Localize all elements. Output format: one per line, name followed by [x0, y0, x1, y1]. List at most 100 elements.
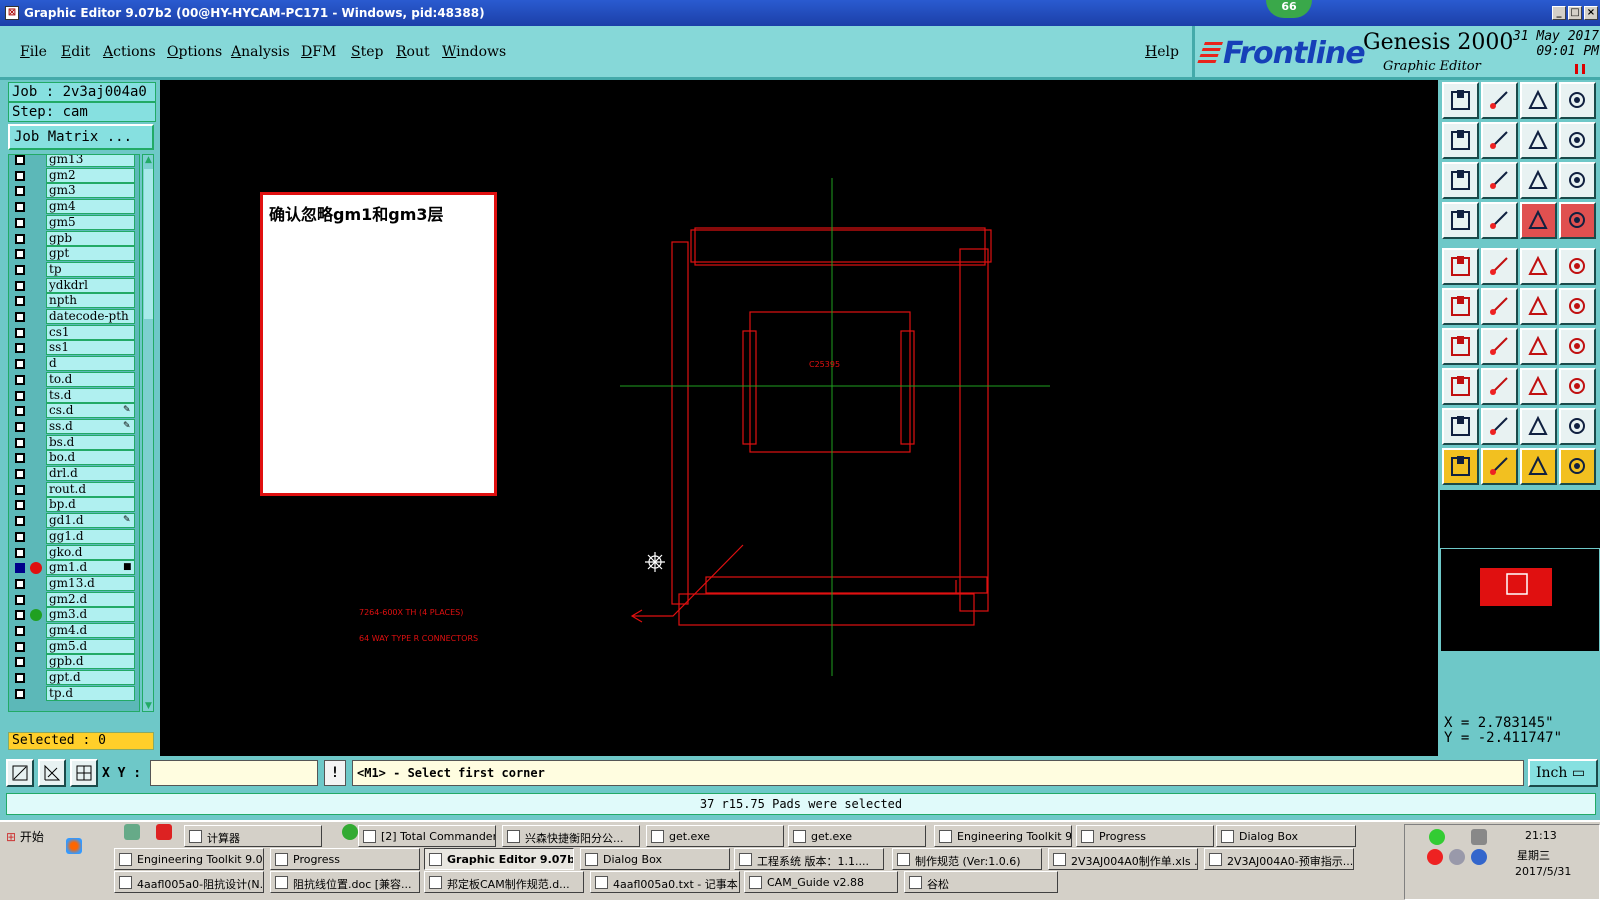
layer-name[interactable]: gg1.d — [46, 528, 135, 544]
layer-name[interactable]: gm3.d — [46, 607, 135, 623]
layer-name[interactable]: gm13.d — [46, 575, 135, 591]
taskbar-button[interactable]: 2V3AJ004A0制作单.xls ... — [1048, 848, 1198, 870]
tool-right-button[interactable] — [1481, 122, 1518, 159]
clock-time[interactable]: 21:13 — [1525, 829, 1557, 842]
layer-row[interactable]: cs1 — [9, 324, 139, 341]
tool-settings-button[interactable] — [1442, 202, 1479, 239]
layer-row[interactable]: bp.d — [9, 497, 139, 513]
layer-row[interactable]: gm4 — [9, 199, 139, 215]
layer-name[interactable]: cs1 — [46, 324, 135, 340]
taskbar-button[interactable]: get.exe — [788, 825, 926, 847]
layer-row[interactable]: gm3.d — [9, 607, 139, 623]
layer-name[interactable]: gm4.d — [46, 623, 135, 638]
tool-line-button[interactable] — [1520, 288, 1557, 325]
layer-checkbox[interactable] — [15, 547, 25, 558]
layer-checkbox[interactable] — [15, 437, 25, 448]
layer-name[interactable]: gm4 — [46, 199, 135, 215]
xy-input[interactable] — [150, 760, 318, 786]
tool-select2-button[interactable] — [1481, 448, 1518, 485]
tray-red-icon[interactable] — [1427, 849, 1443, 865]
menu-actions[interactable]: Actions — [103, 44, 156, 60]
menu-analysis[interactable]: Analysis — [231, 44, 290, 60]
layer-row[interactable]: gg1.d — [9, 528, 139, 545]
layer-row[interactable]: bo.d — [9, 450, 139, 466]
menu-file[interactable]: File — [20, 44, 47, 60]
layer-checkbox[interactable] — [15, 170, 25, 181]
taskbar-button[interactable]: 制作规范 (Ver:1.0.6) — [892, 848, 1042, 870]
layer-row[interactable]: gm13.d — [9, 575, 139, 592]
layer-name[interactable]: bo.d — [46, 450, 135, 466]
tool-slash-button[interactable] — [1481, 328, 1518, 365]
layer-checkbox[interactable] — [15, 390, 25, 401]
layer-checkbox[interactable] — [15, 374, 25, 385]
taskbar-button[interactable]: Progress — [1076, 825, 1214, 847]
menu-dfm[interactable]: DFM — [301, 44, 336, 60]
scroll-up-icon[interactable]: ▲ — [144, 155, 153, 165]
taskbar-button[interactable]: get.exe — [646, 825, 784, 847]
scroll-thumb[interactable] — [144, 169, 153, 319]
layer-row[interactable]: gm5.d — [9, 638, 139, 655]
layer-checkbox[interactable] — [15, 657, 25, 668]
tool-scale-button[interactable] — [1520, 162, 1557, 199]
tool-split-button[interactable] — [1520, 122, 1557, 159]
layer-name[interactable]: npth — [46, 293, 135, 309]
menu-options[interactable]: Options — [167, 44, 222, 60]
layer-color-dot[interactable] — [30, 562, 42, 575]
taskbar-button[interactable]: 计算器 — [184, 825, 322, 847]
tool-grid-button[interactable] — [1481, 202, 1518, 239]
layer-checkbox[interactable] — [15, 280, 25, 291]
layer-name[interactable]: datecode-pth — [46, 309, 135, 324]
layer-name[interactable]: tp.d — [46, 685, 135, 701]
tool-mirror-button[interactable] — [1559, 328, 1596, 365]
layer-row[interactable]: tp — [9, 261, 139, 278]
layer-checkbox[interactable] — [15, 217, 25, 228]
job-matrix-button[interactable]: Job Matrix ... — [8, 124, 154, 150]
taskbar-button[interactable]: Graphic Editor 9.07b2... — [424, 848, 574, 870]
tool-select3-button[interactable] — [1520, 448, 1557, 485]
tool-tri-button[interactable] — [1442, 408, 1479, 445]
layer-checkbox[interactable] — [15, 249, 25, 260]
layer-name[interactable]: gm2.d — [46, 591, 135, 607]
layer-checkbox[interactable] — [15, 626, 25, 636]
layer-name[interactable]: gko.d — [46, 544, 135, 560]
layer-row[interactable]: cs.d ✎ — [9, 403, 139, 419]
tool-ruler-button[interactable] — [1520, 248, 1557, 285]
tool-select-button[interactable] — [1442, 448, 1479, 485]
taskbar-button[interactable]: 4aafl005a0.txt - 记事本 — [590, 871, 740, 893]
layer-checkbox[interactable] — [15, 516, 25, 527]
layer-row[interactable]: gm5 — [9, 214, 139, 231]
layer-checkbox[interactable] — [15, 233, 25, 244]
layer-checkbox[interactable] — [15, 453, 25, 464]
tool-minus-button[interactable] — [1481, 368, 1518, 405]
layer-name[interactable]: drl.d — [46, 466, 135, 481]
layer-checkbox[interactable] — [15, 469, 25, 479]
layer-row[interactable]: gm13 — [9, 155, 139, 168]
layer-name[interactable]: gpt.d — [46, 670, 135, 686]
tool-layers-hl2-button[interactable] — [1559, 202, 1596, 239]
tool-open-button[interactable] — [1442, 82, 1479, 119]
layer-row[interactable]: gko.d — [9, 544, 139, 561]
tray-green-icon[interactable] — [1429, 829, 1445, 845]
tool-rotate-button[interactable] — [1520, 328, 1557, 365]
taskbar-button[interactable]: 兴森快捷衡阳分公... — [502, 825, 640, 847]
tool-move-button[interactable] — [1442, 368, 1479, 405]
menu-edit[interactable]: Edit — [61, 44, 90, 60]
layer-checkbox[interactable] — [15, 563, 25, 574]
tool-circle-button[interactable] — [1559, 248, 1596, 285]
layer-checkbox[interactable] — [15, 343, 25, 354]
layer-name[interactable]: gpb.d — [46, 654, 135, 670]
layer-row[interactable]: gpb.d — [9, 654, 139, 670]
layer-name[interactable]: gpt — [46, 246, 135, 262]
layer-row[interactable]: bs.d — [9, 434, 139, 451]
layer-checkbox[interactable] — [15, 688, 25, 699]
layer-name[interactable]: bs.d — [46, 434, 135, 450]
layer-checkbox[interactable] — [15, 531, 25, 542]
network-icon[interactable] — [1471, 829, 1487, 845]
layer-checkbox[interactable] — [15, 610, 25, 621]
layer-row[interactable]: gd1.d ✎ — [9, 513, 139, 529]
layer-name[interactable]: to.d — [46, 371, 135, 387]
layer-name[interactable]: gm13 — [46, 155, 135, 167]
layer-row[interactable]: ss.d ✎ — [9, 418, 139, 435]
layer-checkbox[interactable] — [15, 296, 25, 307]
layer-checkbox[interactable] — [15, 406, 25, 417]
